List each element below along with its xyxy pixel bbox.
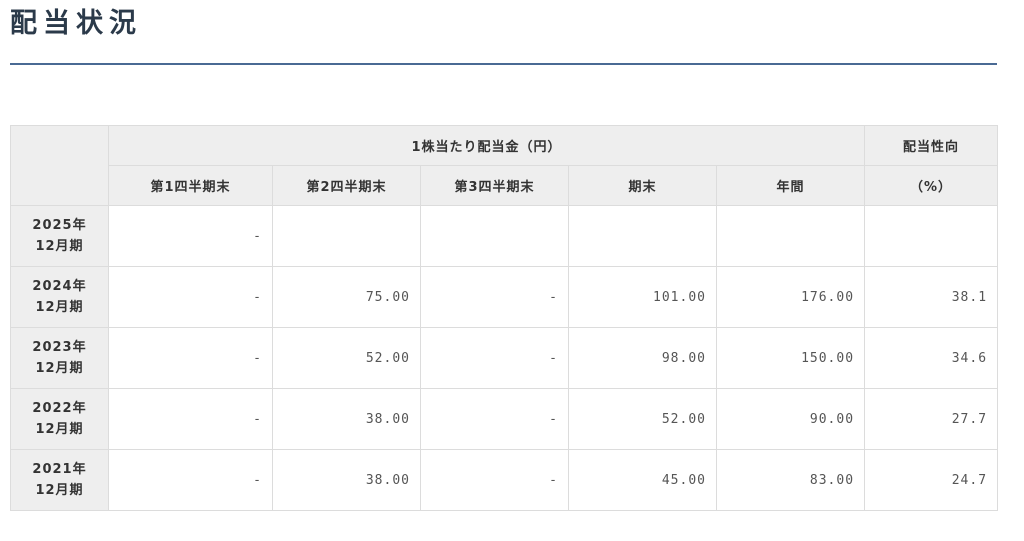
annual-dividend-cell [715, 205, 866, 267]
fiscal-year-label: 2022年 [32, 401, 87, 416]
year-end-dividend-cell: 45.00 [568, 449, 717, 511]
annual-dividend-cell: 90.00 [715, 388, 866, 450]
column-header-q2: 第2四半期末 [272, 165, 421, 206]
table-row: 2023年 12月期 - 52.00 - 98.00 150.00 34.6 [10, 327, 999, 389]
fiscal-year-label: 2025年 [32, 218, 87, 233]
annual-dividend-cell: 83.00 [715, 449, 866, 511]
q2-dividend-cell: 75.00 [272, 266, 421, 328]
q2-dividend-cell: 38.00 [272, 388, 421, 450]
payout-ratio-cell: 27.7 [864, 388, 999, 450]
fiscal-term-label: 12月期 [35, 300, 84, 315]
column-header-q3: 第3四半期末 [420, 165, 569, 206]
title-divider [10, 63, 997, 65]
q2-dividend-cell: 52.00 [272, 327, 421, 389]
payout-ratio-header: 配当性向 [864, 125, 999, 166]
year-end-dividend-cell: 98.00 [568, 327, 717, 389]
q3-dividend-cell: - [420, 327, 569, 389]
fiscal-period-cell: 2023年 12月期 [10, 327, 109, 389]
fiscal-period-cell: 2024年 12月期 [10, 266, 109, 328]
header-row-top: 1株当たり配当金（円） 配当性向 [10, 125, 999, 206]
payout-ratio-unit-header: （%） [864, 165, 999, 206]
fiscal-term-label: 12月期 [35, 239, 84, 254]
annual-dividend-cell: 150.00 [715, 327, 866, 389]
year-end-dividend-cell: 52.00 [568, 388, 717, 450]
fiscal-term-label: 12月期 [35, 361, 84, 376]
q3-dividend-cell: - [420, 449, 569, 511]
q1-dividend-cell: - [108, 266, 273, 328]
q3-dividend-cell: - [420, 388, 569, 450]
header-row-bottom: 第1四半期末 第2四半期末 第3四半期末 期末 年間 （%） [11, 165, 999, 206]
fiscal-term-label: 12月期 [35, 483, 84, 498]
q2-dividend-cell: 38.00 [272, 449, 421, 511]
fiscal-year-label: 2023年 [32, 340, 87, 355]
column-header-q1: 第1四半期末 [108, 165, 273, 206]
annual-dividend-cell: 176.00 [715, 266, 866, 328]
table-row: 2024年 12月期 - 75.00 - 101.00 176.00 38.1 [10, 266, 999, 328]
q3-dividend-cell: - [420, 266, 569, 328]
column-header-annual: 年間 [715, 165, 866, 206]
payout-ratio-cell: 38.1 [864, 266, 999, 328]
dividend-per-share-header: 1株当たり配当金（円） [107, 125, 866, 166]
q1-dividend-cell: - [108, 327, 273, 389]
q1-dividend-cell: - [108, 205, 273, 267]
q2-dividend-cell [272, 205, 421, 267]
year-end-dividend-cell: 101.00 [568, 266, 717, 328]
q1-dividend-cell: - [108, 388, 273, 450]
corner-header-cell [10, 125, 109, 206]
fiscal-period-cell: 2022年 12月期 [10, 388, 109, 450]
payout-ratio-cell [864, 205, 999, 267]
payout-ratio-cell: 34.6 [864, 327, 999, 389]
year-end-dividend-cell [568, 205, 717, 267]
fiscal-period-cell: 2025年 12月期 [10, 205, 109, 267]
payout-ratio-cell: 24.7 [864, 449, 999, 511]
column-header-year-end: 期末 [568, 165, 717, 206]
dividend-table: 1株当たり配当金（円） 配当性向 第1四半期末 第2四半期末 第3四半期末 期末… [10, 125, 999, 511]
page-title: 配当状況 [10, 8, 142, 39]
q3-dividend-cell [420, 205, 569, 267]
q1-dividend-cell: - [108, 449, 273, 511]
fiscal-year-label: 2024年 [32, 279, 87, 294]
table-row: 2025年 12月期 - [10, 205, 999, 267]
fiscal-period-cell: 2021年 12月期 [10, 449, 109, 511]
fiscal-year-label: 2021年 [32, 462, 87, 477]
fiscal-term-label: 12月期 [35, 422, 84, 437]
table-row: 2021年 12月期 - 38.00 - 45.00 83.00 24.7 [10, 449, 999, 511]
table-row: 2022年 12月期 - 38.00 - 52.00 90.00 27.7 [10, 388, 999, 450]
